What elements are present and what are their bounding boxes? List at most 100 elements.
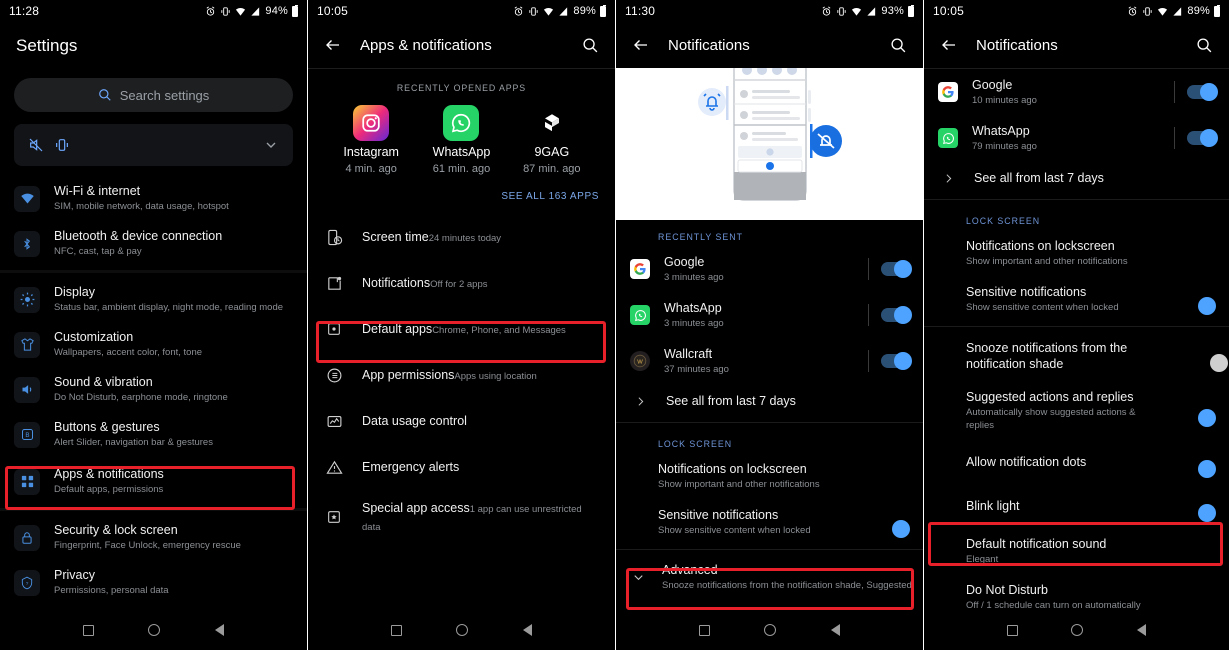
speaker-icon	[14, 376, 40, 403]
triangle-back-icon[interactable]	[522, 624, 532, 636]
circle-icon[interactable]	[456, 624, 469, 636]
circle-icon[interactable]	[764, 624, 777, 636]
battery-icon	[292, 4, 298, 17]
status-bar: 10:05 89%	[308, 0, 615, 22]
item-title: App permissions	[362, 368, 455, 382]
back-arrow-icon[interactable]	[630, 34, 652, 56]
triangle-back-icon[interactable]	[1137, 624, 1147, 636]
item-subtitle: Chrome, Phone, and Messages	[432, 325, 566, 336]
sidebar-item-sound-vibration[interactable]: Sound & vibration Do Not Disturb, earphon…	[0, 367, 307, 412]
section-divider	[924, 199, 1229, 200]
setting-blink-light[interactable]: Blink light	[924, 484, 1229, 528]
list-item-default-apps[interactable]: Default appsChrome, Phone, and Messages	[308, 306, 615, 352]
svg-text:?: ?	[26, 580, 29, 585]
toolbar-title: Apps & notifications	[360, 36, 492, 54]
item-title: Notifications	[362, 276, 431, 290]
signal-icon	[559, 6, 568, 16]
list-item-emergency-alerts[interactable]: Emergency alerts	[308, 444, 615, 490]
setting-title: Blink light	[966, 499, 1020, 513]
sidebar-item-buttons-gestures[interactable]: B Buttons & gestures Alert Slider, naviga…	[0, 412, 307, 457]
list-item-data-usage-control[interactable]: Data usage control	[308, 398, 615, 444]
sidebar-item-wifi-internet[interactable]: Wi-Fi & internet SIM, mobile network, dat…	[0, 176, 307, 221]
setting-allow-notification-dots[interactable]: Allow notification dots	[924, 440, 1229, 484]
setting-notifications-on-lockscreen[interactable]: Notifications on lockscreen Show importan…	[924, 230, 1229, 276]
see-all-apps-link[interactable]: SEE ALL 163 APPS	[308, 175, 615, 202]
app-time: 4 min. ago	[345, 163, 397, 175]
triangle-back-icon[interactable]	[830, 624, 840, 636]
see-all-last-7-days[interactable]: See all from last 7 days	[924, 161, 1229, 195]
row-divider	[868, 258, 869, 280]
back-arrow-icon[interactable]	[938, 34, 960, 56]
item-title: Data usage control	[362, 414, 467, 428]
google-icon	[938, 82, 958, 102]
back-arrow-icon[interactable]	[322, 34, 344, 56]
sidebar-item-display[interactable]: Display Status bar, ambient display, nigh…	[0, 277, 307, 322]
square-icon[interactable]	[699, 624, 711, 636]
setting-notifications-on-lockscreen[interactable]: Notifications on lockscreen Show importan…	[616, 453, 923, 499]
recent-app-9gag[interactable]: 9GAG 87 min. ago	[510, 105, 594, 175]
section-label-recently-opened: RECENTLY OPENED APPS	[396, 83, 527, 93]
battery-percent: 93%	[881, 5, 904, 17]
notification-toggle[interactable]	[881, 306, 912, 324]
signal-icon	[251, 6, 260, 16]
notification-icon	[324, 273, 344, 293]
toggle-knob	[894, 352, 912, 370]
sidebar-item-apps-notifications[interactable]: Apps & notifications Default apps, permis…	[0, 459, 307, 504]
list-item-screen-time[interactable]: Screen time24 minutes today	[308, 214, 615, 260]
system-navbar	[0, 610, 307, 650]
recent-app-whatsapp[interactable]: WhatsApp 61 min. ago	[419, 105, 503, 175]
quick-settings-card[interactable]	[14, 124, 293, 166]
notification-toggle[interactable]	[881, 260, 912, 278]
square-icon[interactable]	[83, 624, 95, 636]
vibrate-icon	[529, 6, 538, 16]
setting-subtitle: Show important and other notifications	[658, 479, 820, 490]
list-item-special-app-access[interactable]: Special app access1 app can use unrestri…	[308, 490, 615, 544]
setting-snooze-notifications[interactable]: Snooze notifications from the notificati…	[924, 331, 1229, 381]
svg-text:W: W	[637, 359, 643, 365]
square-icon[interactable]	[391, 624, 403, 636]
see-all-last-7-days[interactable]: See all from last 7 days	[616, 384, 923, 418]
notification-app-row[interactable]: W Wallcraft 37 minutes ago	[616, 338, 923, 384]
setting-advanced[interactable]: Advanced Snooze notifications from the no…	[616, 554, 923, 600]
circle-icon[interactable]	[148, 624, 161, 636]
sidebar-item-bluetooth[interactable]: Bluetooth & device connection NFC, cast, …	[0, 221, 307, 266]
sidebar-item-privacy[interactable]: ? Privacy Permissions, personal data	[0, 560, 307, 605]
sidebar-item-security-lock-screen[interactable]: Security & lock screen Fingerprint, Face …	[0, 515, 307, 560]
notification-toggle[interactable]	[1187, 83, 1218, 101]
vibrate-icon	[221, 6, 230, 16]
notification-toggle[interactable]	[881, 352, 912, 370]
search-icon	[98, 89, 111, 101]
notification-app-row[interactable]: WhatsApp 79 minutes ago	[924, 115, 1229, 161]
notification-app-row[interactable]: WhatsApp 3 minutes ago	[616, 292, 923, 338]
wifi-icon	[236, 7, 246, 16]
instagram-icon	[353, 105, 390, 141]
setting-default-notification-sound[interactable]: Default notification sound Elegant	[924, 528, 1229, 574]
setting-sensitive-notifications[interactable]: Sensitive notifications Show sensitive co…	[616, 499, 923, 545]
circle-icon[interactable]	[1071, 624, 1084, 636]
chevron-right-icon	[940, 172, 956, 185]
app-time: 79 minutes ago	[972, 141, 1037, 152]
search-icon[interactable]	[887, 34, 909, 56]
triangle-back-icon[interactable]	[214, 624, 224, 636]
panel-notifications-expanded: 10:05 89% Notifications Google 10 minutes…	[924, 0, 1230, 650]
search-icon[interactable]	[579, 34, 601, 56]
setting-title: Allow notification dots	[966, 455, 1087, 469]
notification-toggle[interactable]	[1187, 129, 1218, 147]
page-title: Settings	[16, 36, 78, 55]
chevron-down-icon[interactable]	[263, 137, 279, 153]
setting-suggested-actions[interactable]: Suggested actions and replies Automatical…	[924, 381, 1229, 440]
panel-notifications-collapsed: 11:30 93% Notifications RECENTLY SENT Go…	[616, 0, 924, 650]
list-item-app-permissions[interactable]: App permissionsApps using location	[308, 352, 615, 398]
notification-app-row[interactable]: Google 10 minutes ago	[924, 69, 1229, 115]
search-icon[interactable]	[1193, 34, 1215, 56]
search-input[interactable]: Search settings	[14, 78, 293, 112]
toggle-knob	[1198, 297, 1216, 315]
list-item-notifications[interactable]: NotificationsOff for 2 apps	[308, 260, 615, 306]
recent-app-instagram[interactable]: Instagram 4 min. ago	[329, 105, 413, 175]
notification-app-row[interactable]: Google 3 minutes ago	[616, 246, 923, 292]
vibrate-icon	[56, 139, 68, 151]
sidebar-item-customization[interactable]: Customization Wallpapers, accent color, f…	[0, 322, 307, 367]
square-icon[interactable]	[1006, 624, 1018, 636]
wifi-icon	[544, 7, 554, 16]
setting-sensitive-notifications[interactable]: Sensitive notifications Show sensitive co…	[924, 276, 1229, 322]
